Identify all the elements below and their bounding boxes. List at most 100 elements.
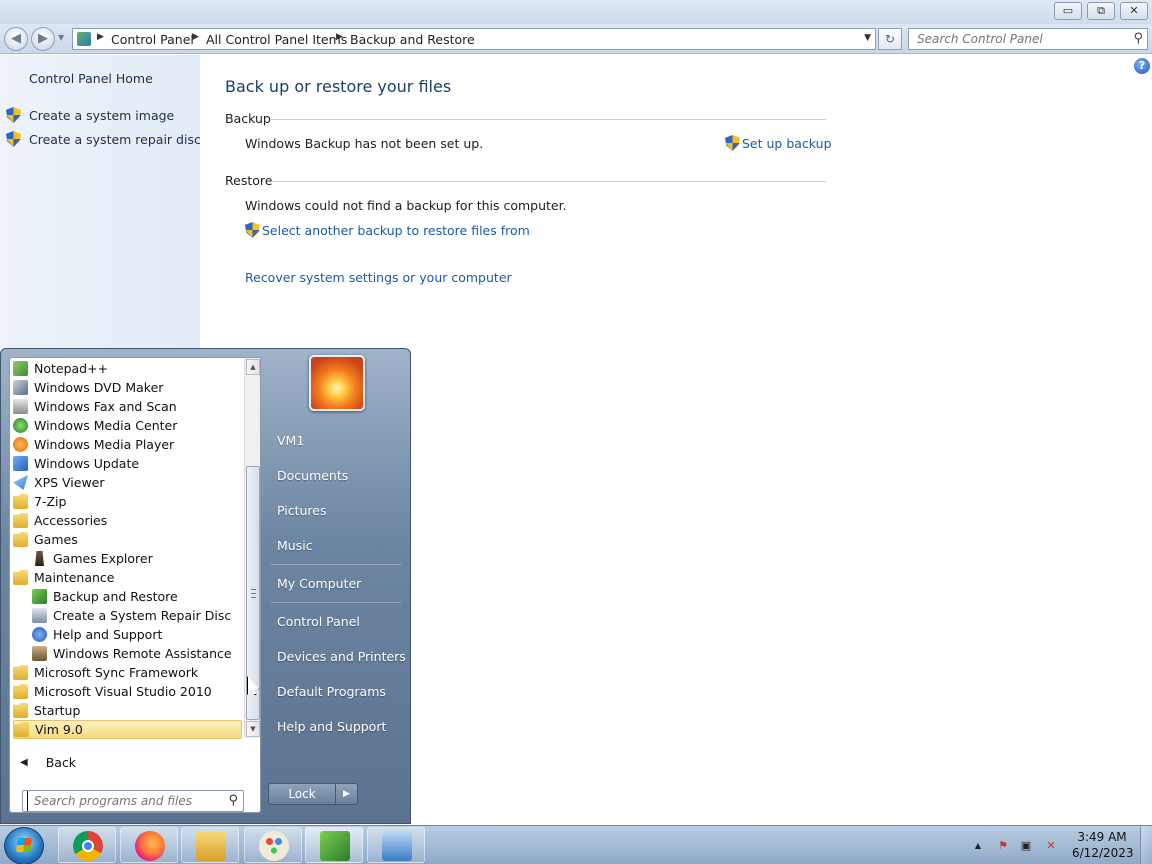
breadcrumb-control-panel[interactable]: Control Panel (111, 32, 194, 47)
search-box[interactable]: ⚲ (908, 28, 1148, 50)
address-bar[interactable]: ▶ Control Panel ▶ All Control Panel Item… (72, 28, 876, 50)
control-panel-home-link[interactable]: Control Panel Home (29, 71, 153, 86)
refresh-button[interactable]: ↻ (878, 28, 902, 50)
select-backup-link[interactable]: Select another backup to restore files f… (245, 222, 530, 238)
create-system-image-link[interactable]: Create a system image (6, 107, 174, 123)
search-icon[interactable]: ⚲ (1133, 31, 1143, 46)
shutdown-options-button[interactable]: ▶ (336, 783, 358, 805)
restore-button[interactable]: ⧉ (1087, 2, 1115, 20)
taskbar-control-panel-button[interactable] (367, 827, 425, 863)
taskbar-paint-button[interactable] (244, 827, 302, 863)
program-item[interactable]: Windows Update (13, 454, 242, 473)
program-label: Windows Update (34, 456, 140, 471)
breadcrumb-backup-restore[interactable]: Backup and Restore (350, 32, 475, 47)
program-item[interactable]: Help and Support (32, 625, 242, 644)
program-item[interactable]: Windows Remote Assistance (32, 644, 242, 663)
show-desktop-button[interactable] (1140, 826, 1152, 864)
start-item-music[interactable]: Music (277, 538, 313, 553)
program-item[interactable]: Windows DVD Maker (13, 378, 242, 397)
program-label: Help and Support (53, 627, 163, 642)
taskbar-backup-restore-button[interactable] (305, 827, 363, 863)
create-repair-disc-link[interactable]: Create a system repair disc (6, 131, 201, 147)
close-button[interactable]: ✕ (1120, 2, 1148, 20)
start-item-control-panel[interactable]: Control Panel (277, 614, 360, 629)
start-item-my-computer[interactable]: My Computer (277, 576, 361, 591)
folder-icon (13, 665, 28, 680)
program-item[interactable]: Vim 9.0 (13, 720, 242, 739)
media-player-icon (13, 437, 28, 452)
program-item[interactable]: Create a System Repair Disc (32, 606, 242, 625)
program-item[interactable]: Windows Fax and Scan (13, 397, 242, 416)
scroll-down-button[interactable]: ▼ (246, 721, 260, 737)
folder-icon (14, 722, 29, 737)
start-item-default-programs[interactable]: Default Programs (277, 684, 386, 699)
sidebar-link-label: Create a system repair disc (29, 131, 201, 147)
taskbar-firefox-button[interactable] (120, 827, 178, 863)
start-search-input[interactable] (27, 791, 217, 811)
chrome-icon (73, 831, 103, 861)
search-input[interactable] (909, 29, 1119, 49)
recover-system-link[interactable]: Recover system settings or your computer (245, 270, 512, 285)
program-item[interactable]: Games (13, 530, 242, 549)
back-button[interactable]: ◀ (4, 27, 28, 51)
clock-date: 6/12/2023 (1072, 846, 1134, 860)
program-label: Games Explorer (53, 551, 153, 566)
program-item[interactable]: 7-Zip (13, 492, 242, 511)
user-picture[interactable] (309, 355, 365, 411)
chevron-right-icon[interactable]: ▶ (192, 32, 199, 42)
taskbar-chrome-button[interactable] (58, 827, 116, 863)
program-item[interactable]: Accessories (13, 511, 242, 530)
start-item-documents[interactable]: Documents (277, 468, 348, 483)
program-item[interactable]: Games Explorer (32, 549, 242, 568)
help-icon[interactable]: ? (1134, 58, 1150, 74)
start-item-devices-printers[interactable]: Devices and Printers (277, 649, 406, 664)
programs-scrollbar[interactable]: ▲ ▼ (244, 358, 260, 738)
folder-icon (13, 684, 28, 699)
forward-button[interactable]: ▶ (31, 27, 55, 51)
start-search-box[interactable]: ⚲ (22, 790, 244, 812)
program-item[interactable]: Maintenance (13, 568, 242, 587)
program-item[interactable]: Backup and Restore (32, 587, 242, 606)
program-item[interactable]: Notepad++ (13, 359, 242, 378)
set-up-backup-link[interactable]: Set up backup (725, 135, 832, 151)
program-item[interactable]: Microsoft Visual Studio 2010 (13, 682, 242, 701)
games-explorer-icon (35, 551, 44, 566)
start-item-user[interactable]: VM1 (277, 433, 304, 448)
restore-status: Windows could not find a backup for this… (245, 198, 567, 213)
control-panel-icon (77, 32, 91, 46)
search-icon[interactable]: ⚲ (228, 793, 238, 808)
dvd-maker-icon (13, 380, 28, 395)
program-item[interactable]: Windows Media Player (13, 435, 242, 454)
minimize-button[interactable]: ▭ (1054, 2, 1082, 20)
action-center-icon[interactable]: ⚑ (996, 839, 1010, 852)
explorer-icon (196, 831, 226, 861)
recent-pages-dropdown[interactable]: ▼ (58, 33, 64, 42)
start-item-help-support[interactable]: Help and Support (277, 719, 386, 734)
sidebar-link-label: Create a system image (29, 107, 175, 123)
program-label: 7-Zip (34, 494, 67, 509)
program-label: Windows Fax and Scan (34, 399, 177, 414)
scroll-up-button[interactable]: ▲ (246, 359, 260, 375)
volume-muted-icon[interactable]: ✕ (1044, 839, 1058, 852)
start-item-pictures[interactable]: Pictures (277, 503, 327, 518)
show-hidden-icons-icon[interactable]: ▲ (971, 839, 985, 852)
program-item[interactable]: Windows Media Center (13, 416, 242, 435)
set-up-backup-label: Set up backup (742, 135, 832, 151)
clock[interactable]: 3:49 AM 6/12/2023 (1072, 829, 1134, 861)
program-label: Backup and Restore (53, 589, 178, 604)
program-label: Windows Media Player (34, 437, 175, 452)
chevron-right-icon[interactable]: ▶ (97, 32, 104, 42)
address-dropdown-icon[interactable]: ▼ (864, 33, 871, 43)
remote-assistance-icon (32, 646, 47, 661)
network-icon[interactable]: ▣ (1019, 839, 1033, 852)
chevron-right-icon[interactable]: ▶ (336, 32, 343, 42)
program-item[interactable]: XPS Viewer (13, 473, 242, 492)
back-button[interactable]: ◀ Back (20, 755, 76, 770)
program-item[interactable]: Microsoft Sync Framework (13, 663, 242, 682)
breadcrumb-all-items[interactable]: All Control Panel Items (206, 32, 347, 47)
lock-button[interactable]: Lock (268, 783, 336, 805)
program-item[interactable]: Startup (13, 701, 242, 720)
taskbar-explorer-button[interactable] (181, 827, 239, 863)
title-bar: ▭ ⧉ ✕ (0, 0, 1152, 24)
start-button[interactable] (4, 827, 44, 864)
